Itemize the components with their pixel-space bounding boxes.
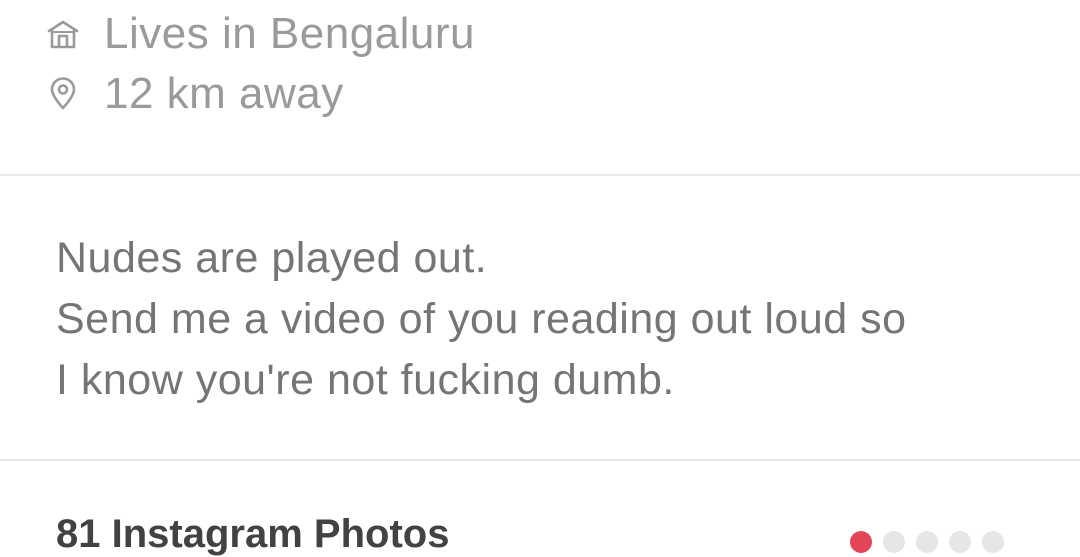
distance-row: 12 km away	[46, 69, 344, 119]
section-divider	[0, 459, 1080, 461]
distance-text: 12 km away	[104, 69, 344, 118]
lives-in-text: Lives in Bengaluru	[104, 9, 476, 58]
bio-text: Nudes are played out. Send me a video of…	[56, 228, 1056, 411]
pagination-dot[interactable]	[883, 531, 905, 553]
home-icon	[46, 17, 80, 51]
bio-line: I know you're not fucking dumb.	[56, 356, 675, 404]
location-pin-icon	[46, 77, 80, 111]
section-divider	[0, 174, 1080, 176]
pagination-dot[interactable]	[982, 531, 1004, 553]
pagination-dot[interactable]	[949, 531, 971, 553]
bio-line: Send me a video of you reading out loud …	[56, 295, 907, 343]
profile-info-section: Lives in Bengaluru 12 km away	[0, 0, 1080, 175]
bio-line: Nudes are played out.	[56, 234, 488, 282]
pagination-dot[interactable]	[916, 531, 938, 553]
pagination-dot[interactable]	[850, 531, 872, 553]
lives-in-row: Lives in Bengaluru	[46, 9, 475, 59]
instagram-photos-title: 81 Instagram Photos	[56, 512, 450, 556]
instagram-pagination-dots[interactable]	[850, 531, 1015, 553]
